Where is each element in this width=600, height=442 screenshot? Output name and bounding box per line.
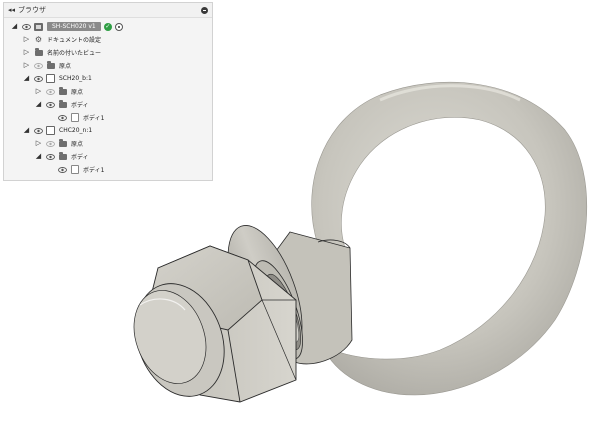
document-settings-label: ドキュメントの設定 <box>47 37 102 44</box>
root-document-label[interactable]: SH-SCH020 v1 <box>47 22 101 31</box>
named-views-label: 名前の付いたビュー <box>47 50 102 57</box>
body-icon <box>70 113 79 122</box>
sch20-bodies-label: ボディ <box>71 102 89 109</box>
minimize-panel-icon[interactable] <box>201 6 208 14</box>
chc20-body1-label: ボディ1 <box>83 167 105 174</box>
chc20-bodies-label: ボディ <box>71 154 89 161</box>
folder-icon <box>46 60 55 70</box>
visibility-eye-icon[interactable] <box>58 114 67 121</box>
expand-triangle-icon[interactable]: ◢ <box>23 127 30 134</box>
expand-triangle-icon[interactable]: ◢ <box>23 75 30 82</box>
document-icon <box>34 22 43 31</box>
expand-triangle-icon[interactable]: ◢ <box>35 153 42 160</box>
activate-radio-icon[interactable] <box>114 22 123 31</box>
component-sch20-label: SCH20_b:1 <box>59 75 92 82</box>
browser-title: ブラウザ <box>18 6 47 14</box>
browser-panel: ◂◂ ブラウザ ◢ SH-SCH020 v1 ✓ ▷ ⚙ ドキュメントの設定 ▷… <box>3 2 213 181</box>
visibility-eye-icon[interactable] <box>22 23 31 30</box>
collapsed-triangle-icon[interactable]: ▷ <box>23 49 30 56</box>
visibility-eye-icon[interactable] <box>34 62 43 69</box>
tree-node-document-settings[interactable]: ▷ ⚙ ドキュメントの設定 <box>4 33 212 46</box>
browser-header: ◂◂ ブラウザ <box>4 3 212 18</box>
browser-tree: ◢ SH-SCH020 v1 ✓ ▷ ⚙ ドキュメントの設定 ▷ 名前の付いたビ… <box>4 18 212 180</box>
gear-icon: ⚙ <box>34 34 43 44</box>
collapsed-triangle-icon[interactable]: ▷ <box>23 36 30 43</box>
eye-bolt-ring[interactable] <box>311 81 587 396</box>
origin-label: 原点 <box>59 63 72 70</box>
folder-icon <box>58 86 67 96</box>
expand-triangle-icon[interactable]: ◢ <box>35 101 42 108</box>
component-icon <box>46 74 55 83</box>
visibility-eye-icon[interactable] <box>34 127 43 134</box>
tree-node-sch20-origin[interactable]: ▷ 原点 <box>4 85 212 98</box>
folder-icon <box>34 47 43 57</box>
component-chc20-label: CHC20_n:1 <box>59 127 93 134</box>
folder-icon <box>58 151 67 161</box>
visibility-eye-icon[interactable] <box>46 88 55 95</box>
visibility-eye-icon[interactable] <box>34 75 43 82</box>
tree-node-sch20-bodies[interactable]: ◢ ボディ <box>4 98 212 111</box>
tree-node-chc20-origin[interactable]: ▷ 原点 <box>4 137 212 150</box>
tree-node-chc20-bodies[interactable]: ◢ ボディ <box>4 150 212 163</box>
visibility-eye-icon[interactable] <box>58 166 67 173</box>
collapsed-triangle-icon[interactable]: ▷ <box>35 140 42 147</box>
collapsed-triangle-icon[interactable]: ▷ <box>23 62 30 69</box>
tree-node-chc20-body1[interactable]: ボディ1 <box>4 163 212 176</box>
visibility-eye-icon[interactable] <box>46 153 55 160</box>
visibility-eye-icon[interactable] <box>46 140 55 147</box>
collapse-panel-icon[interactable]: ◂◂ <box>8 6 15 14</box>
collapsed-triangle-icon[interactable]: ▷ <box>35 88 42 95</box>
tree-node-root[interactable]: ◢ SH-SCH020 v1 ✓ <box>4 20 212 33</box>
sch20-origin-label: 原点 <box>71 89 84 96</box>
folder-icon <box>58 138 67 148</box>
tree-node-component-sch20[interactable]: ◢ SCH20_b:1 <box>4 72 212 85</box>
expand-triangle-icon[interactable]: ◢ <box>11 23 18 30</box>
visibility-eye-icon[interactable] <box>46 101 55 108</box>
tree-node-component-chc20[interactable]: ◢ CHC20_n:1 <box>4 124 212 137</box>
body-icon <box>70 165 79 174</box>
component-icon <box>46 126 55 135</box>
tree-node-named-views[interactable]: ▷ 名前の付いたビュー <box>4 46 212 59</box>
folder-icon <box>58 99 67 109</box>
chc20-origin-label: 原点 <box>71 141 84 148</box>
sch20-body1-label: ボディ1 <box>83 115 105 122</box>
tree-node-sch20-body1[interactable]: ボディ1 <box>4 111 212 124</box>
tree-node-origin[interactable]: ▷ 原点 <box>4 59 212 72</box>
version-badge-icon[interactable]: ✓ <box>103 22 112 31</box>
